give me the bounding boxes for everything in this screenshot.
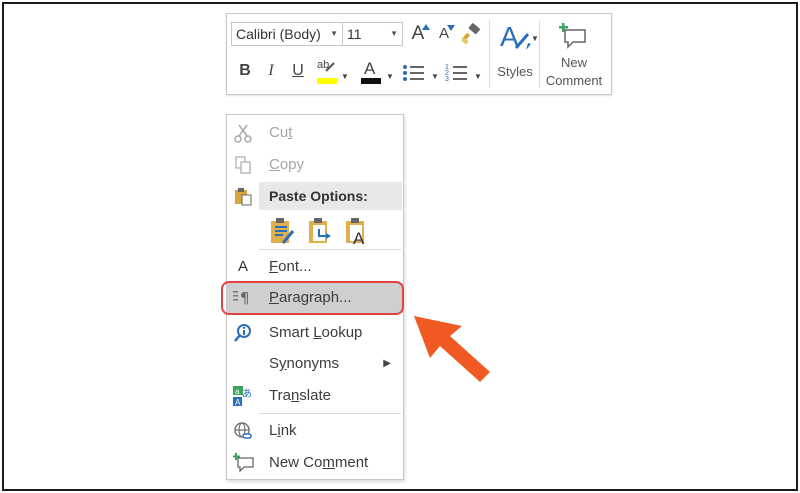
toolbar-divider [489,20,490,88]
copy-icon [233,155,253,175]
new-comment-label-line1: New [560,55,587,70]
translate-icon: aあA [233,386,253,407]
menu-item-font[interactable]: A Font... [227,252,403,282]
menu-item-font-label: Font... [269,258,312,275]
numbering-button[interactable]: 1 2 3 [445,62,469,84]
underline-button[interactable]: U [288,62,308,84]
numbering-icon: 1 2 3 [445,64,467,83]
paragraph-callout-outline [221,281,404,315]
menu-item-cut-label: Cut [269,124,293,141]
paste-merge-formatting-icon [309,218,331,243]
svg-text:A: A [353,229,365,246]
caret-up-icon [422,24,430,30]
menu-item-translate-label: Translate [269,387,331,404]
menu-item-translate[interactable]: aあA Translate [227,381,403,411]
menu-item-copy[interactable]: Copy [227,150,403,180]
svg-text:A: A [235,398,241,406]
chevron-down-icon: ▼ [431,72,439,81]
chevron-down-icon: ▼ [474,72,482,81]
format-painter-button[interactable] [460,23,482,45]
svg-text:あ: あ [242,388,252,400]
menu-item-copy-label: Copy [269,156,305,173]
menu-separator [259,413,401,414]
submenu-arrow-icon: ▶ [383,358,391,369]
bullets-button[interactable] [402,62,426,84]
paste-merge-formatting-button[interactable] [307,216,333,246]
paste-keep-formatting-icon [271,218,295,244]
menu-item-link-label: Link [269,422,297,439]
font-icon: A [237,258,248,275]
link-icon [233,421,253,441]
menu-separator [259,249,401,250]
toolbar-divider [539,20,540,88]
italic-button[interactable]: I [261,62,281,84]
new-comment-label-line2: Comment [545,73,603,88]
chevron-down-icon: ▼ [341,72,349,81]
chevron-down-icon[interactable]: ▼ [390,23,398,45]
styles-label: Styles [497,64,533,79]
menu-item-synonyms[interactable]: Synonyms ▶ [227,349,403,379]
highlight-dropdown[interactable]: ▼ [341,66,349,81]
chevron-down-icon: ▼ [386,72,394,81]
svg-text:3: 3 [445,76,449,83]
menu-item-synonyms-label: Synonyms [269,355,340,372]
italic-icon: I [268,62,274,79]
bold-icon: B [239,62,251,79]
bullets-dropdown[interactable]: ▼ [431,66,439,81]
menu-item-new-comment[interactable]: New Comment [227,448,403,478]
font-name-value: Calibri (Body) [236,26,321,42]
smart-lookup-icon [233,323,253,343]
menu-item-link[interactable]: Link [227,416,403,446]
shrink-font-button[interactable]: A [433,25,455,47]
caret-down-icon [447,25,455,31]
menu-item-new-comment-label: New Comment [269,454,369,471]
highlight-button[interactable]: ab [315,59,339,85]
font-size-value: 11 [347,26,362,42]
font-name-combobox[interactable]: Calibri (Body) ▼ [231,22,343,46]
mini-toolbar: Calibri (Body) ▼ 11 ▼ A A B I U ab ▼ A ▼… [226,13,612,95]
bullets-icon [403,65,424,81]
grow-font-button[interactable]: A [407,23,430,45]
new-comment-icon [233,453,254,473]
font-color-dropdown[interactable]: ▼ [386,66,394,81]
scissors-icon [233,123,253,143]
menu-item-smart-lookup[interactable]: Smart Lookup [227,318,403,348]
font-color-bar-icon [361,78,381,84]
font-color-button[interactable]: A [359,59,383,85]
highlighter-icon [317,62,337,84]
font-size-combobox[interactable]: 11 ▼ [343,22,403,46]
svg-text:a: a [235,387,240,396]
bold-button[interactable]: B [235,62,255,84]
paste-keep-formatting-button[interactable] [269,216,295,246]
pointer-arrow-icon [410,310,494,386]
paste-icon [233,186,253,206]
paste-options-header: Paste Options: [259,182,402,210]
new-comment-button[interactable]: New Comment [541,18,607,92]
new-comment-icon [559,23,586,49]
chevron-down-icon[interactable]: ▼ [330,23,338,45]
styles-dropdown-icon: ▼ [531,34,539,43]
numbering-dropdown[interactable]: ▼ [474,66,482,81]
styles-icon: A [500,21,531,52]
styles-button[interactable]: A ▼ Styles [495,18,539,90]
paste-text-only-icon: A [346,218,365,248]
paste-text-only-button[interactable]: A [344,216,370,248]
menu-item-smart-lookup-label: Smart Lookup [269,324,363,341]
format-painter-icon [461,23,480,45]
menu-item-cut[interactable]: Cut [227,118,403,148]
underline-icon: U [292,62,304,79]
